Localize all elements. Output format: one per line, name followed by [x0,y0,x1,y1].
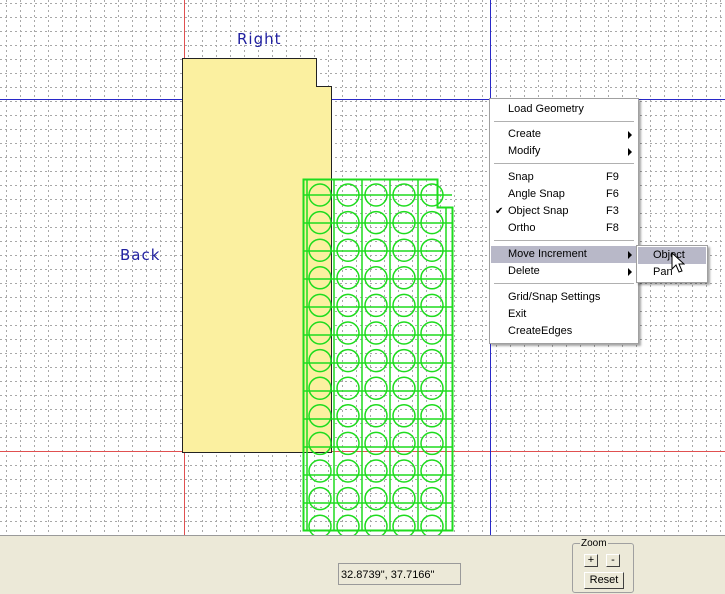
lattice-circle [364,238,388,262]
lattice-circle [392,486,416,511]
menu-item-angle-snap[interactable]: Angle Snap F6 [491,186,637,203]
lattice-circle [364,514,388,535]
zoom-out-button[interactable]: - [606,554,620,567]
menu-item-create[interactable]: Create [491,126,637,143]
submenu-arrow-icon [628,131,632,139]
lattice-circle [336,348,360,373]
lattice-circle [392,459,416,483]
checkmark-icon: ✔ [495,206,504,217]
coordinate-readout: 32.8739", 37.7166" [338,563,461,585]
lattice-circle [420,459,444,483]
menu-item-ortho[interactable]: Ortho F8 [491,220,637,237]
zoom-in-button[interactable]: + [584,554,598,567]
menu-separator [494,283,634,285]
menu-item-move-increment[interactable]: Move Increment [491,246,637,263]
lattice-circle [336,459,360,483]
menu-item-grid-snap-settings[interactable]: Grid/Snap Settings [491,289,637,306]
menu-item-object-snap[interactable]: ✔ Object Snap F3 [491,203,637,220]
lattice-circle [392,293,416,318]
mouse-cursor-icon [671,252,685,273]
lattice-circle [336,514,360,535]
lattice-circle [420,514,444,535]
context-menu: Load Geometry Create Modify Snap F9 Angle… [489,98,639,344]
lattice-circle [336,376,360,400]
menu-item-load-geometry[interactable]: Load Geometry [491,101,637,118]
lattice-circle [364,486,388,511]
lattice-circle [392,376,416,400]
lattice-circle [308,459,332,483]
lattice-circle [308,486,332,511]
view-label-back: Back [120,246,161,264]
lattice-circle [336,321,360,345]
menu-item-snap[interactable]: Snap F9 [491,169,637,186]
zoom-group: Zoom + - Reset [572,538,634,593]
lattice-circle [336,293,360,318]
menu-separator [494,240,634,242]
lattice-circle [420,486,444,511]
lattice-circle [392,266,416,290]
menu-separator [494,121,634,123]
lattice-circle [336,404,360,428]
menu-separator [494,163,634,165]
yellow-panel [182,58,332,453]
menu-item-create-edges[interactable]: CreateEdges [491,323,637,340]
zoom-reset-button[interactable]: Reset [584,572,624,589]
lattice-circle [392,404,416,428]
status-bar: 32.8739", 37.7166" Zoom + - Reset [0,535,725,594]
lattice-circle [364,266,388,290]
menu-item-modify[interactable]: Modify [491,143,637,160]
lattice-circle [364,348,388,373]
zoom-legend: Zoom [580,538,608,550]
lattice-circle [392,514,416,535]
menu-item-exit[interactable]: Exit [491,306,637,323]
lattice-circle [392,348,416,373]
submenu-arrow-icon [628,268,632,276]
lattice-circle [420,266,444,290]
lattice-circle [392,238,416,262]
lattice-circle [308,514,332,535]
lattice-circle [336,266,360,290]
view-label-right: Right [237,30,282,48]
lattice-circle [336,238,360,262]
submenu-arrow-icon [628,251,632,259]
lattice-circle [336,486,360,511]
lattice-circle [364,459,388,483]
menu-item-delete[interactable]: Delete [491,263,637,280]
submenu-arrow-icon [628,148,632,156]
lattice-circle [392,321,416,345]
lattice-circle [420,238,444,262]
lattice-circle [420,348,444,373]
